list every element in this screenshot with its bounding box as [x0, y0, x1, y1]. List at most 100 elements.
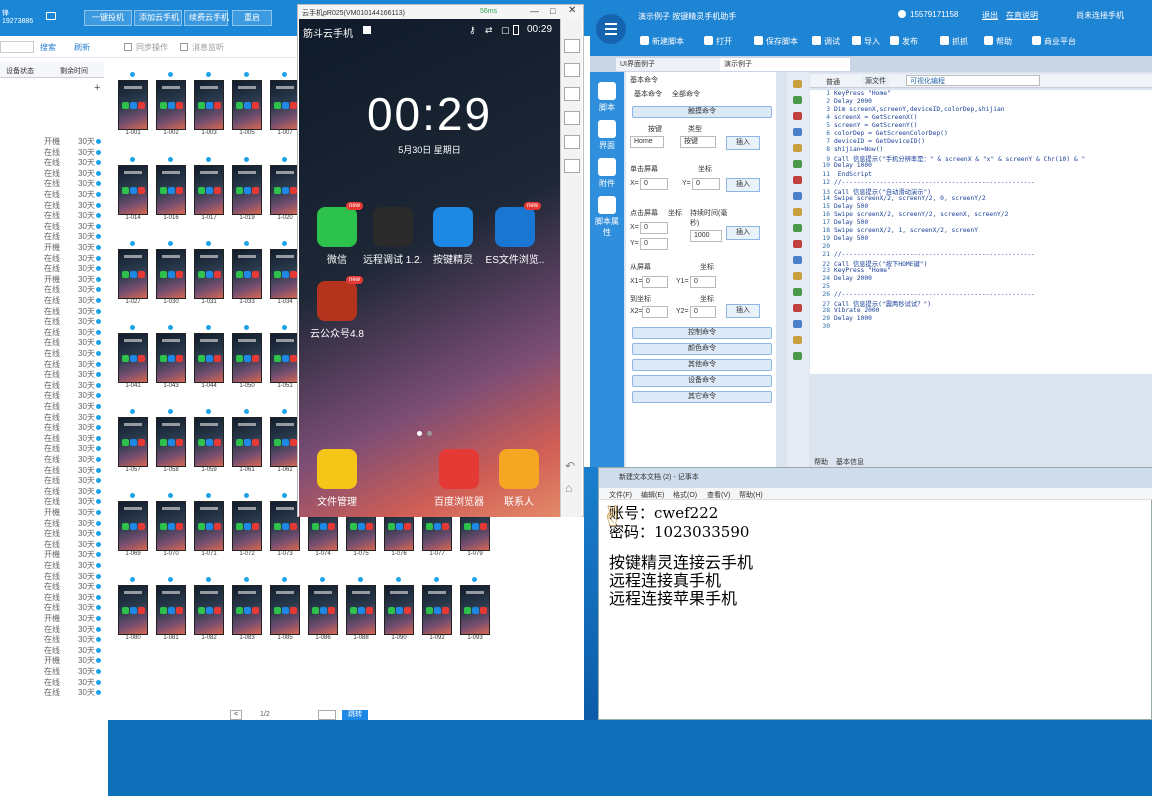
- sidebar-item-1[interactable]: 脚本: [592, 78, 622, 118]
- gutter-icon[interactable]: [793, 336, 802, 344]
- toolbar-button-4[interactable]: 调试: [812, 36, 840, 47]
- toolbar-button-1[interactable]: 新建脚本: [640, 36, 684, 47]
- menu-view[interactable]: 查看(V): [707, 490, 730, 500]
- device-thumbnail[interactable]: 1-033: [232, 249, 262, 309]
- gutter-icon[interactable]: [793, 128, 802, 136]
- device-thumbnail[interactable]: 1-093: [460, 585, 490, 645]
- notepad-text-area[interactable]: 账号：cwef222 密码：1023033590 按键精灵连接云手机 远程连接真…: [609, 504, 1139, 608]
- help-tab[interactable]: 帮助: [814, 457, 828, 467]
- device-thumbnail[interactable]: 1-061: [232, 417, 262, 477]
- gutter-icon[interactable]: [793, 176, 802, 184]
- gutter-icon[interactable]: [793, 160, 802, 168]
- device-thumbnail[interactable]: 1-088: [346, 585, 376, 645]
- dock-app-1[interactable]: 文件管理: [307, 449, 367, 508]
- device-thumbnail[interactable]: 1-057: [118, 417, 148, 477]
- refresh-button[interactable]: 刷新: [74, 42, 90, 53]
- guide-link[interactable]: 在直说明: [1006, 10, 1038, 21]
- press-y-input[interactable]: 0: [640, 238, 668, 250]
- device-thumbnail[interactable]: 1-043: [156, 333, 186, 393]
- page-input[interactable]: [318, 710, 336, 720]
- maximize-button[interactable]: □: [550, 6, 555, 16]
- tab-ui-example[interactable]: UI界面例子: [616, 58, 726, 71]
- device-thumbnail[interactable]: 1-058: [156, 417, 186, 477]
- sidebar-item-4[interactable]: 脚本属性: [592, 192, 622, 237]
- device-thumbnail[interactable]: 1-085: [270, 585, 300, 645]
- insert-key-button[interactable]: 插入: [726, 136, 760, 150]
- search-input[interactable]: [0, 41, 34, 53]
- gutter-icon[interactable]: [793, 192, 802, 200]
- gutter-icon[interactable]: [793, 304, 802, 312]
- control-commands-section[interactable]: 控制命令: [632, 327, 772, 339]
- device-thumbnail[interactable]: 1-082: [194, 585, 224, 645]
- sidebar-item-3[interactable]: 附件: [592, 154, 622, 194]
- app-icon-3[interactable]: 按键精灵: [423, 207, 483, 266]
- duration-input[interactable]: 1000: [690, 230, 722, 242]
- app-icon-5[interactable]: new 云公众号4.8: [307, 276, 367, 340]
- device-thumbnail[interactable]: 1-001: [118, 80, 148, 140]
- menu-edit[interactable]: 编辑(E): [641, 490, 664, 500]
- touch-commands-section[interactable]: 触摸命令: [632, 106, 772, 118]
- add-phone-button[interactable]: 添加云手机: [134, 10, 182, 26]
- toolbar-button-3[interactable]: 保存脚本: [754, 36, 798, 47]
- toolbar-button-2[interactable]: 打开: [704, 36, 732, 47]
- device-thumbnail[interactable]: 1-016: [156, 165, 186, 225]
- other-commands-section[interactable]: 其它命令: [632, 391, 772, 403]
- device-thumbnail[interactable]: 1-031: [194, 249, 224, 309]
- device-thumbnail[interactable]: 1-092: [422, 585, 452, 645]
- click-y-input[interactable]: 0: [692, 178, 720, 190]
- insert-drag-button[interactable]: 插入: [726, 304, 760, 318]
- mode-source[interactable]: 源文件: [862, 76, 889, 86]
- device-thumbnail[interactable]: 1-020: [270, 165, 300, 225]
- menu-file[interactable]: 文件(F): [609, 490, 632, 500]
- menu-icon[interactable]: [596, 14, 626, 44]
- app-icon-4[interactable]: new ES文件浏览..: [485, 202, 545, 266]
- device-thumbnail[interactable]: 1-069: [118, 501, 148, 561]
- device-thumbnail[interactable]: 1-005: [232, 80, 262, 140]
- device-thumbnail[interactable]: 1-071: [194, 501, 224, 561]
- gutter-icon[interactable]: [793, 288, 802, 296]
- minimize-button[interactable]: —: [530, 6, 539, 16]
- device-thumbnail[interactable]: 1-062: [270, 417, 300, 477]
- renew-phone-button[interactable]: 续费云手机: [184, 10, 229, 26]
- device-thumbnail[interactable]: 1-027: [118, 249, 148, 309]
- gutter-icon[interactable]: [793, 112, 802, 120]
- col-remaining-header[interactable]: 剩余时间: [60, 66, 88, 76]
- logout-link[interactable]: 退出: [982, 10, 998, 21]
- listen-checkbox[interactable]: [180, 43, 188, 51]
- color-commands-section[interactable]: 颜色命令: [632, 343, 772, 355]
- code-editor[interactable]: 1 KeyPress "Home" 2 Delay 2000 3 Dim screenX,…: [810, 90, 1152, 374]
- press-x-input[interactable]: 0: [640, 222, 668, 234]
- home-icon[interactable]: ⌂: [565, 481, 572, 495]
- device-thumbnail[interactable]: 1-007: [270, 80, 300, 140]
- gutter-icon[interactable]: [793, 144, 802, 152]
- gutter-icon[interactable]: [793, 320, 802, 328]
- sidebar-item-2[interactable]: 界面: [592, 116, 622, 156]
- side-tool-3[interactable]: [564, 87, 580, 101]
- drag-x2-input[interactable]: 0: [642, 306, 668, 318]
- drag-y1-input[interactable]: 0: [690, 276, 716, 288]
- gutter-icon[interactable]: [793, 80, 802, 88]
- dock-app-3[interactable]: 联系人: [489, 449, 549, 508]
- dock-app-2[interactable]: 百度浏览器: [429, 449, 489, 508]
- drag-y2-input[interactable]: 0: [690, 306, 716, 318]
- tab-demo-example[interactable]: 演示例子: [720, 58, 850, 71]
- toolbar-button-7[interactable]: 抓抓: [940, 36, 968, 47]
- gutter-icon[interactable]: [793, 208, 802, 216]
- type-select[interactable]: 按键: [680, 136, 716, 148]
- device-thumbnail[interactable]: 1-072: [232, 501, 262, 561]
- one-click-button[interactable]: 一键投机: [84, 10, 132, 26]
- device-thumbnail[interactable]: 1-014: [118, 165, 148, 225]
- side-tool-4[interactable]: [564, 111, 580, 125]
- device-thumbnail[interactable]: 1-003: [194, 80, 224, 140]
- sync-checkbox[interactable]: [124, 43, 132, 51]
- side-tool-2[interactable]: [564, 63, 580, 77]
- add-icon[interactable]: +: [94, 82, 100, 94]
- gutter-icon[interactable]: [793, 272, 802, 280]
- col-status-header[interactable]: 设备状态: [6, 66, 34, 76]
- device-thumbnail[interactable]: 1-034: [270, 249, 300, 309]
- device-thumbnail[interactable]: 1-041: [118, 333, 148, 393]
- app-icon-1[interactable]: new 微信: [307, 202, 367, 266]
- device-thumbnail[interactable]: 1-090: [384, 585, 414, 645]
- key-select[interactable]: Home: [630, 136, 664, 148]
- gutter-icon[interactable]: [793, 224, 802, 232]
